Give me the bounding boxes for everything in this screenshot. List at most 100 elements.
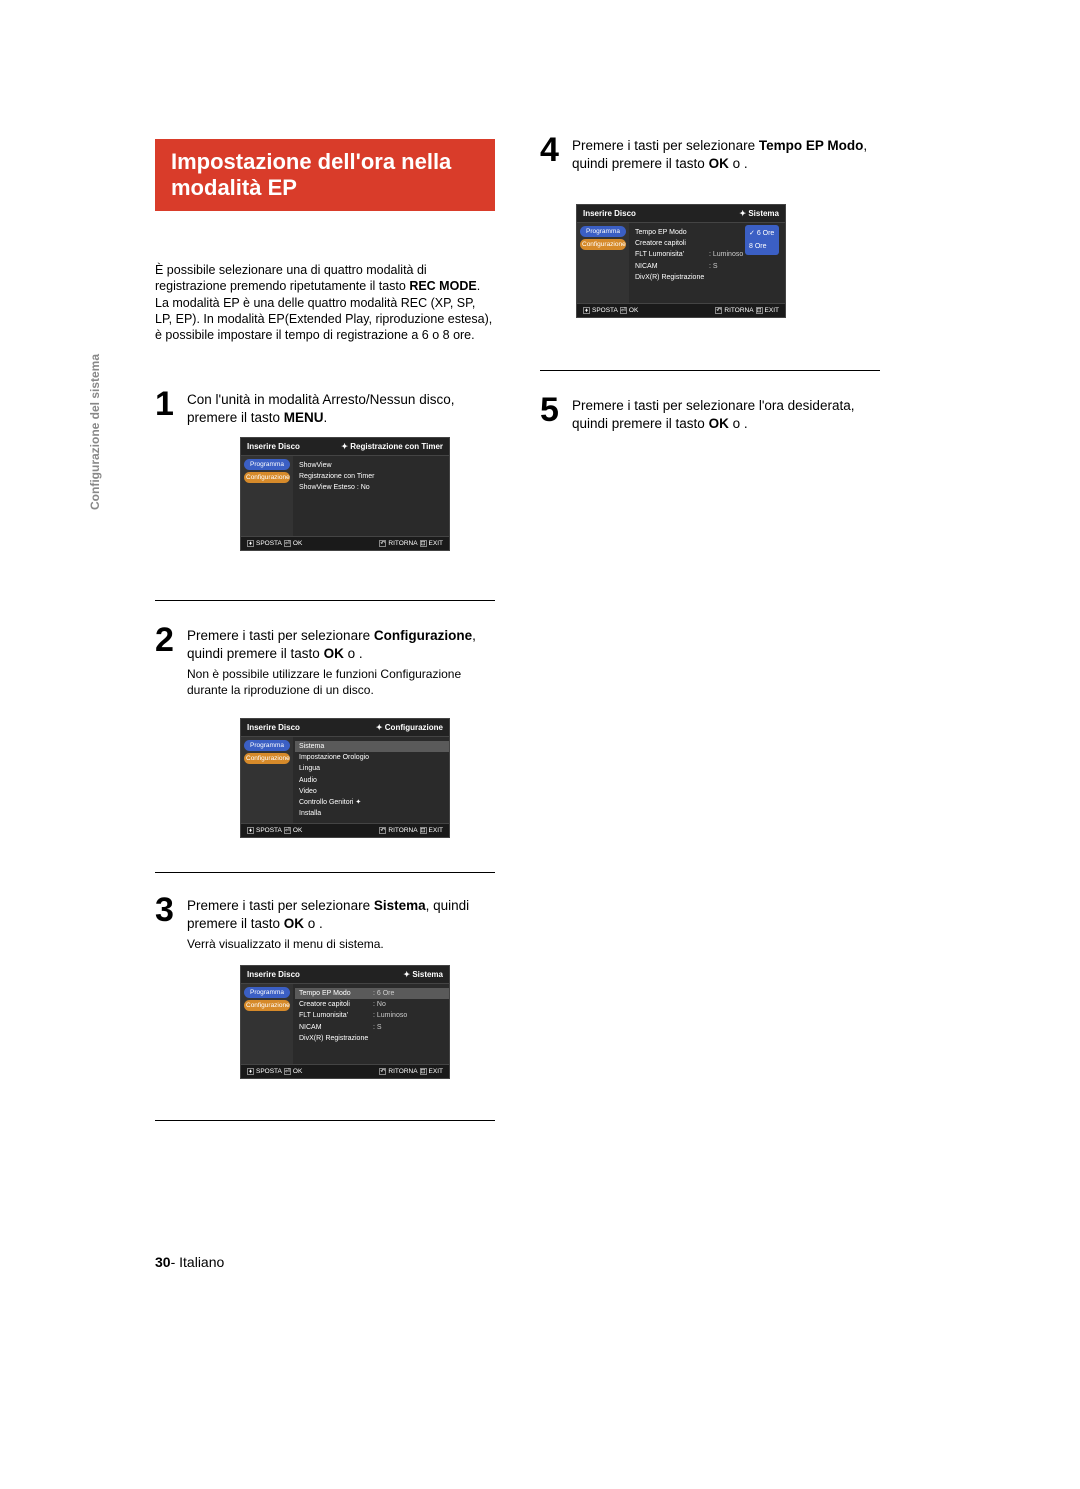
osd-row-label: Tempo EP Modo [635, 227, 705, 238]
osd-row-label: FLT Lumonisita' [299, 1010, 369, 1021]
bold-ok: OK [709, 156, 729, 171]
osd-footer: ♦SPOSTA ⏎OK ↶RITORNA ⊡EXIT [577, 303, 785, 317]
osd-popup-options: 6 Ore 8 Ore [745, 225, 779, 255]
osd-item-label: Impostazione Orologio [299, 752, 369, 763]
osd-body: Programma Configurazione Sistema Imposta… [241, 737, 449, 823]
step-number: 3 [155, 895, 177, 926]
osd-item: Impostazione Orologio [299, 752, 443, 763]
osd-item: Audio [299, 775, 443, 786]
osd-body: Programma Configurazione ShowView Regist… [241, 456, 449, 536]
separator [155, 1120, 495, 1121]
step-2: 2 Premere i tasti per selezionare Config… [155, 625, 495, 699]
step-4: 4 Premere i tasti per selezionare Tempo … [540, 135, 880, 173]
separator [155, 872, 495, 873]
osd-row: DivX(R) Registrazione [299, 1033, 443, 1044]
move-icon: ♦ [247, 1068, 254, 1075]
osd-header-right-text: Sistema [412, 970, 443, 979]
page-title: Impostazione dell'ora nella modalità EP [155, 139, 495, 211]
label: EXIT [429, 540, 443, 547]
osd-menu: Sistema Impostazione Orologio Lingua Aud… [293, 737, 449, 823]
label: OK [629, 307, 638, 314]
step-number: 1 [155, 389, 177, 420]
osd-footer-right: ↶RITORNA ⊡EXIT [715, 307, 779, 314]
label: RITORNA [388, 540, 417, 547]
osd-header-left: Inserire Disco [247, 723, 300, 732]
label: EXIT [429, 1068, 443, 1075]
text: Premere i tasti per selezionare [187, 628, 374, 643]
osd-row-label: DivX(R) Registrazione [635, 272, 705, 283]
osd-row-value: : S [373, 1022, 382, 1033]
ok-icon: ⏎ [284, 827, 291, 834]
osd-tab-configurazione: Configurazione [244, 1000, 290, 1011]
bold-configurazione: Configurazione [374, 628, 472, 643]
osd-header-right-text: Sistema [748, 209, 779, 218]
osd-header: Inserire Disco ✦ Registrazione con Timer [241, 438, 449, 456]
osd-item-label: Lingua [299, 763, 320, 774]
exit-icon: ⊡ [420, 540, 427, 547]
osd-tab-configurazione: Configurazione [244, 472, 290, 483]
osd-header: Inserire Disco ✦ Configurazione [241, 719, 449, 737]
exit-icon: ⊡ [756, 307, 763, 314]
osd-item-label: Installa [299, 808, 321, 819]
ok-icon: ⏎ [620, 307, 627, 314]
osd-item-label: Registrazione con Timer [299, 471, 374, 482]
label: SPOSTA [256, 827, 282, 834]
osd-item: Registrazione con Timer [299, 471, 443, 482]
step-text: Premere i tasti per selezionare l'ora de… [572, 395, 880, 433]
osd-item-label: ShowView [299, 460, 332, 471]
step-3: 3 Premere i tasti per selezionare Sistem… [155, 895, 495, 953]
side-section-label: Configurazione del sistema [88, 354, 102, 510]
osd-body: Programma Configurazione Tempo EP Modo C… [577, 223, 785, 303]
label: EXIT [429, 827, 443, 834]
step-note: Non è possibile utilizzare le funzioni C… [187, 667, 495, 698]
intro-bold-recmode: REC MODE [409, 279, 476, 293]
step-number: 2 [155, 625, 177, 656]
ok-icon: ⏎ [284, 1068, 291, 1075]
osd-screenshot-3: Inserire Disco ✦ Sistema Programma Confi… [240, 965, 450, 1079]
bold-ok: OK [324, 646, 344, 661]
osd-row-value: : Luminoso [373, 1010, 407, 1021]
label: RITORNA [388, 1068, 417, 1075]
osd-item: Video [299, 786, 443, 797]
step-note: Verrà visualizzato il menu di sistema. [187, 937, 495, 953]
osd-item: ShowView Esteso : No [299, 482, 443, 493]
osd-footer-left: ♦SPOSTA ⏎OK [247, 827, 302, 834]
osd-row: DivX(R) Registrazione [635, 272, 779, 283]
footer-language: Italiano [179, 1254, 224, 1270]
osd-row-label: NICAM [299, 1022, 369, 1033]
exit-icon: ⊡ [420, 1068, 427, 1075]
move-icon: ♦ [247, 827, 254, 834]
label: RITORNA [388, 827, 417, 834]
move-icon: ♦ [583, 307, 590, 314]
text: Premere i tasti per selezionare [187, 898, 374, 913]
label: OK [293, 1068, 302, 1075]
bold-tempo-ep: Tempo EP Modo [759, 138, 864, 153]
osd-menu: Tempo EP Modo Creatore capitoli FLT Lumo… [629, 223, 785, 303]
text: o . [729, 156, 748, 171]
osd-header-left: Inserire Disco [247, 442, 300, 451]
osd-footer-left: ♦SPOSTA ⏎OK [583, 307, 638, 314]
label: OK [293, 827, 302, 834]
osd-popup-option: 8 Ore [745, 240, 779, 253]
osd-row-label: NICAM [635, 261, 705, 272]
label: SPOSTA [592, 307, 618, 314]
text: . [324, 410, 328, 425]
separator [540, 370, 880, 371]
separator [155, 600, 495, 601]
osd-tab-programma: Programma [244, 987, 290, 998]
osd-header-right: ✦ Configurazione [376, 723, 443, 732]
osd-tab-programma: Programma [244, 740, 290, 751]
osd-item-label: Sistema [299, 741, 324, 752]
bold-menu: MENU [284, 410, 324, 425]
osd-screenshot-1: Inserire Disco ✦ Registrazione con Timer… [240, 437, 450, 551]
osd-footer-right: ↶RITORNA ⊡EXIT [379, 1068, 443, 1075]
osd-header-right-text: Configurazione [385, 723, 443, 732]
page-footer: 30- Italiano [155, 1254, 224, 1270]
bold-sistema: Sistema [374, 898, 426, 913]
footer-dash: - [171, 1254, 180, 1270]
osd-item-selected: Sistema [295, 741, 449, 752]
osd-tab-configurazione: Configurazione [580, 239, 626, 250]
intro-text: È possibile selezionare una di quattro m… [155, 263, 427, 293]
step-5: 5 Premere i tasti per selezionare l'ora … [540, 395, 880, 433]
ok-icon: ⏎ [284, 540, 291, 547]
